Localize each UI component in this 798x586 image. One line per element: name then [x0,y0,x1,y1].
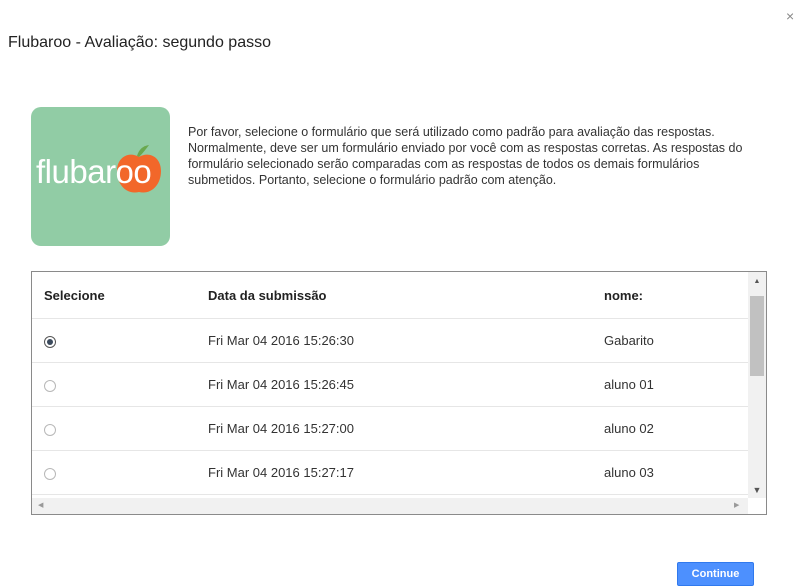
scroll-left-arrow-icon[interactable]: ◀ [38,501,43,509]
table-header-row: Selecione Data da submissão nome: [32,272,748,319]
submission-name: aluno 02 [604,406,748,451]
submission-name: Gabarito [604,318,748,363]
table-row[interactable]: Fri Mar 04 2016 15:26:30 Gabarito [32,318,748,363]
dialog-title: Flubaroo - Avaliação: segundo passo [8,34,271,51]
continue-button[interactable]: Continue [677,562,754,586]
table-row[interactable]: Fri Mar 04 2016 15:27:00 aluno 02 [32,406,748,451]
logo-text: flubaroo [36,153,152,190]
scroll-right-arrow-icon[interactable]: ▶ [734,501,739,509]
radio-select-row-4[interactable] [44,467,56,480]
scroll-down-arrow-icon[interactable]: ▼ [748,485,766,495]
radio-select-row-2[interactable] [44,379,56,392]
column-header-name: nome: [604,272,748,319]
submission-name: aluno 01 [604,362,748,407]
instructions-text: Por favor, selecione o formulário que se… [188,125,743,187]
column-header-select: Selecione [32,272,208,319]
submission-date: Fri Mar 04 2016 15:27:17 [208,450,604,495]
submission-date: Fri Mar 04 2016 15:27:00 [208,406,604,451]
flubaroo-logo: flubaroo [31,107,170,246]
submission-date: Fri Mar 04 2016 15:26:30 [208,318,604,363]
table-row[interactable]: Fri Mar 04 2016 15:26:45 aluno 01 [32,362,748,407]
submission-date: Fri Mar 04 2016 15:26:45 [208,362,604,407]
radio-select-row-3[interactable] [44,423,56,436]
scroll-up-arrow-icon[interactable]: ▲ [748,278,766,285]
column-header-date: Data da submissão [208,272,604,319]
table-row[interactable]: Fri Mar 04 2016 15:27:17 aluno 03 [32,450,748,495]
horizontal-scrollbar[interactable]: ◀ ▶ [32,498,748,514]
radio-select-row-1[interactable] [44,335,56,348]
submissions-table: Selecione Data da submissão nome: Fri Ma… [31,271,767,515]
close-icon[interactable]: × [786,8,794,24]
scrollbar-corner [748,498,766,514]
submission-name: aluno 03 [604,450,748,495]
vertical-scrollbar-thumb[interactable] [750,296,764,376]
vertical-scrollbar[interactable]: ▲ ▼ [748,272,766,498]
